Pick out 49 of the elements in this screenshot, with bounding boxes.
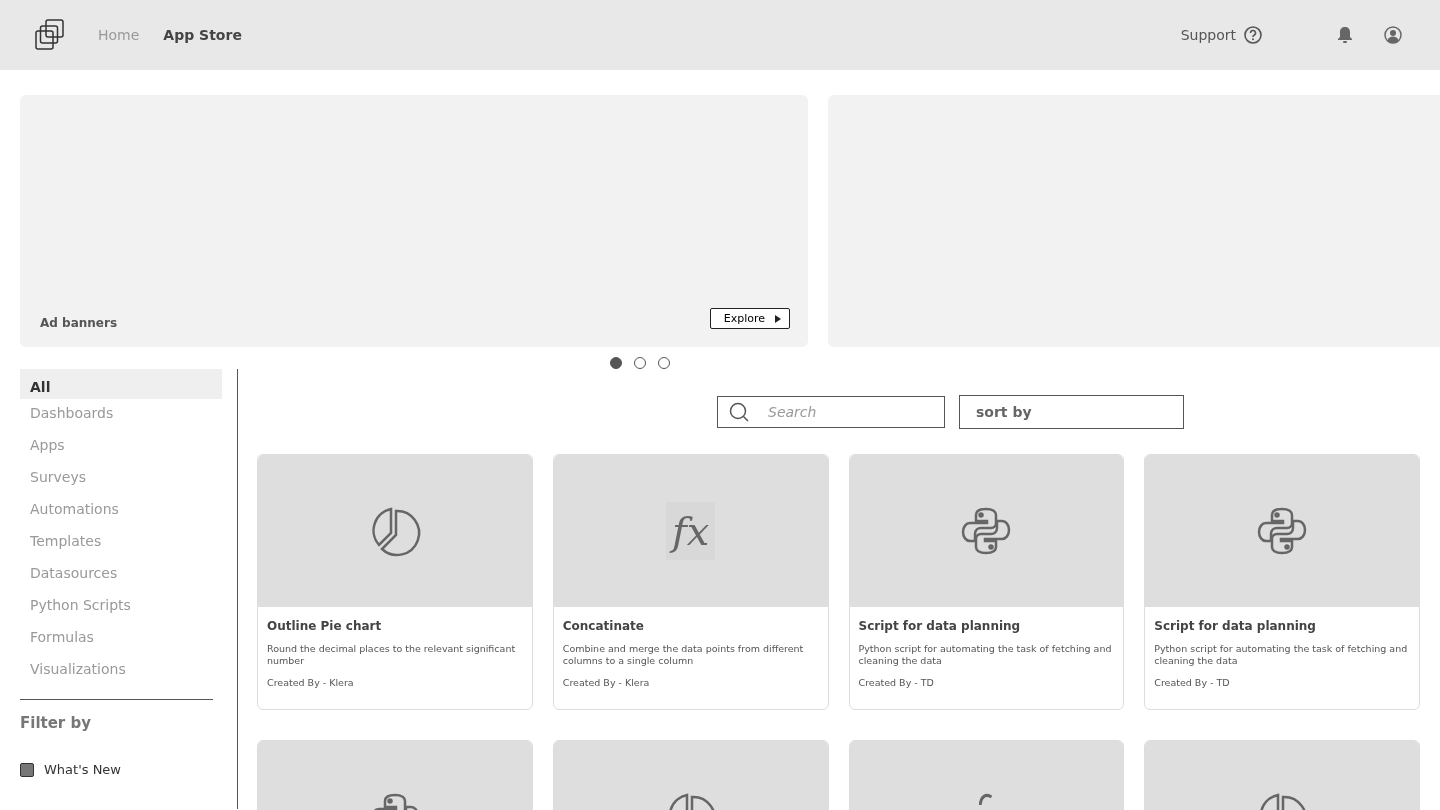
filter-label: What's New — [44, 762, 121, 777]
category-item[interactable]: Datasources — [20, 559, 222, 591]
card-description: Python script for automating the task of fetching and cleaning the data — [1154, 643, 1409, 668]
formula-icon: fx — [665, 502, 716, 560]
nav-link[interactable]: Home — [98, 27, 140, 43]
carousel-dot[interactable] — [634, 357, 646, 369]
search-field[interactable]: Search — [717, 396, 945, 428]
category-item[interactable]: Templates — [20, 527, 222, 559]
nav-link[interactable]: App Store — [163, 27, 242, 43]
category-item[interactable]: Formulas — [20, 623, 222, 655]
python-icon — [1256, 505, 1309, 557]
sort-field[interactable]: sort by — [959, 395, 1184, 429]
card-author: Created By - Klera — [267, 677, 355, 688]
category-item[interactable]: Visualizations — [20, 655, 222, 687]
card-description: Combine and merge the data points from different columns to a single column — [562, 643, 805, 668]
ad-banner[interactable]: Ad banners Explore — [20, 95, 808, 347]
explore-button[interactable]: Explore — [709, 308, 790, 329]
card-description: Python script for automating the task of fetching and cleaning the data — [858, 643, 1113, 668]
checkbox[interactable] — [20, 762, 34, 777]
filter-title: Filter by — [20, 714, 92, 732]
support-link[interactable]: Support — [1180, 26, 1262, 44]
category-item[interactable]: All — [20, 369, 222, 399]
card-title: Script for data planning — [1154, 619, 1317, 633]
user-avatar-icon[interactable] — [1384, 26, 1402, 44]
carousel-dot[interactable] — [658, 357, 670, 369]
card-title: Outline Pie chart — [267, 619, 383, 633]
card-title: Script for data planning — [858, 619, 1022, 633]
search-icon — [729, 402, 749, 422]
banner-label: Ad banners — [40, 316, 118, 330]
card-description: Round the decimal places to the relevant significant number — [267, 643, 517, 668]
app-card[interactable]: Outline Pie chart Round the decimal places to the relevant significant number Created By - Klera — [257, 454, 533, 710]
card-author: Created By - TD — [858, 677, 935, 688]
category-item[interactable]: Automations — [20, 495, 222, 527]
card-author: Created By - TD — [1154, 677, 1231, 688]
category-item[interactable]: Surveys — [20, 463, 222, 495]
category-item[interactable]: Python Scripts — [20, 591, 222, 623]
card-title: Concatinate — [562, 619, 645, 633]
app-card[interactable]: fx Concatinate Combine and merge the data points from different columns to a single column Created By - Klera — [552, 454, 829, 710]
python-icon — [960, 505, 1013, 557]
caret-icon — [775, 314, 781, 323]
logo-icon[interactable] — [34, 19, 66, 51]
help-icon — [1244, 26, 1262, 44]
app-card[interactable]: Script for data planning Python script for automating the task of fetching and cleaning the data Created By - TD — [1144, 454, 1420, 710]
category-item[interactable]: Apps — [20, 431, 222, 463]
bell-icon[interactable] — [1337, 26, 1353, 44]
card-author: Created By - Klera — [562, 677, 651, 688]
carousel-dot[interactable] — [610, 357, 622, 369]
category-item[interactable]: Dashboards — [20, 399, 222, 431]
app-card[interactable]: Script for data planning Python script for automating the task of fetching and cleaning the data Created By - TD — [848, 454, 1125, 710]
